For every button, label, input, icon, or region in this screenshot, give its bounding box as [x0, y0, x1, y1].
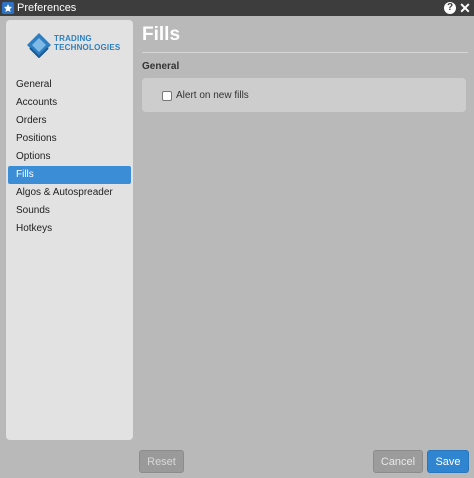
- sidebar-item-general[interactable]: General: [8, 76, 131, 94]
- save-button[interactable]: Save: [427, 450, 469, 473]
- sidebar-item-accounts[interactable]: Accounts: [8, 94, 131, 112]
- sidebar-item-algos-autospreader[interactable]: Algos & Autospreader: [8, 184, 131, 202]
- help-icon[interactable]: ?: [444, 2, 456, 14]
- sidebar-item-orders[interactable]: Orders: [8, 112, 131, 130]
- sidebar: TRADING TECHNOLOGIES General Accounts Or…: [6, 20, 133, 440]
- preferences-window: Preferences ? ✕ TRADING TECHNOLOGIES Gen…: [0, 0, 474, 478]
- sidebar-item-hotkeys[interactable]: Hotkeys: [8, 220, 131, 238]
- sidebar-item-sounds[interactable]: Sounds: [8, 202, 131, 220]
- window-title: Preferences: [17, 2, 77, 14]
- alert-on-new-fills-label[interactable]: Alert on new fills: [176, 90, 249, 101]
- sidebar-item-options[interactable]: Options: [8, 148, 131, 166]
- section-title-general: General: [142, 61, 180, 72]
- title-bar: Preferences ? ✕: [0, 0, 474, 16]
- trading-technologies-logo: TRADING TECHNOLOGIES: [26, 28, 126, 64]
- logo-diamond-icon: [27, 33, 51, 58]
- close-icon[interactable]: ✕: [459, 0, 471, 16]
- alert-on-new-fills-checkbox[interactable]: [162, 91, 172, 101]
- preferences-nav: General Accounts Orders Positions Option…: [8, 76, 131, 238]
- logo-line2: TECHNOLOGIES: [54, 43, 121, 52]
- general-settings-panel: Alert on new fills: [142, 78, 466, 112]
- logo-wordmark: TRADING TECHNOLOGIES: [54, 34, 120, 52]
- sidebar-item-fills[interactable]: Fills: [8, 166, 131, 184]
- reset-button[interactable]: Reset: [139, 450, 184, 473]
- page-title: Fills: [142, 24, 181, 45]
- app-logo-icon: [2, 2, 14, 14]
- logo-line1: TRADING: [54, 34, 92, 43]
- sidebar-item-positions[interactable]: Positions: [8, 130, 131, 148]
- cancel-button[interactable]: Cancel: [373, 450, 423, 473]
- title-divider: [142, 52, 468, 53]
